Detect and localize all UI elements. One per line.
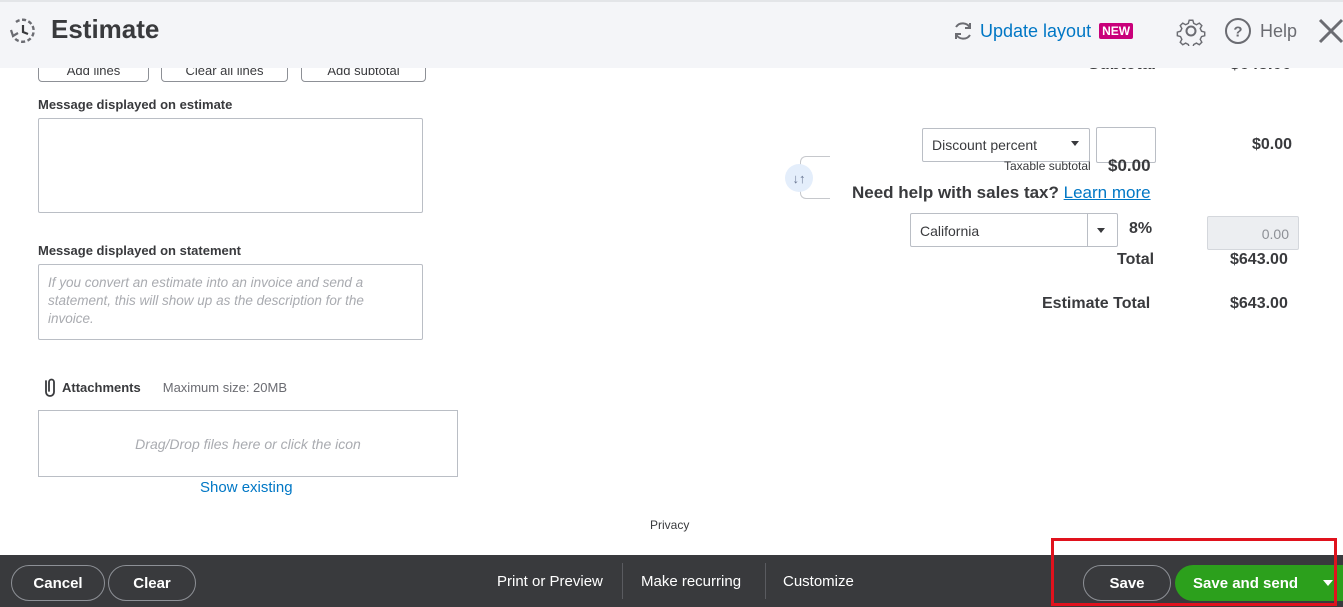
refresh-icon <box>955 22 971 40</box>
footer-divider <box>765 563 766 599</box>
make-recurring-link[interactable]: Make recurring <box>641 573 741 590</box>
statement-message-input[interactable]: If you convert an estimate into an invoi… <box>38 264 423 340</box>
help-icon: ? <box>1225 18 1251 44</box>
statement-message-placeholder: If you convert an estimate into an invoi… <box>48 275 364 326</box>
cancel-button[interactable]: Cancel <box>11 565 105 601</box>
attachments-header: Attachments Maximum size: 20MB <box>42 376 287 398</box>
help-label: Help <box>1260 20 1298 41</box>
select-divider <box>1087 214 1088 246</box>
customize-link[interactable]: Customize <box>783 573 854 590</box>
sales-tax-help-text: Need help with sales tax? <box>852 183 1059 202</box>
total-value: $643.00 <box>1230 251 1288 268</box>
gear-icon[interactable] <box>1176 16 1206 46</box>
estimate-history-icon <box>9 18 35 43</box>
estimate-total-value: $643.00 <box>1230 295 1288 312</box>
help-button[interactable]: ? Help <box>1224 17 1297 45</box>
estimate-message-label: Message displayed on estimate <box>38 97 233 112</box>
new-badge: NEW <box>1099 23 1134 39</box>
privacy-link[interactable]: Privacy <box>650 518 689 532</box>
show-existing-link[interactable]: Show existing <box>200 479 293 496</box>
update-layout-button[interactable]: Update layout NEW <box>952 20 1134 42</box>
print-preview-link[interactable]: Print or Preview <box>497 573 603 590</box>
tax-amount-input[interactable]: 0.00 <box>1207 216 1299 250</box>
paperclip-icon[interactable] <box>42 376 58 398</box>
learn-more-link[interactable]: Learn more <box>1064 183 1151 202</box>
swap-order-icon[interactable]: ↓↑ <box>785 164 813 192</box>
close-icon[interactable] <box>1316 16 1343 46</box>
attachments-max-size: Maximum size: 20MB <box>162 379 287 395</box>
discount-type-value: Discount percent <box>932 137 1038 153</box>
total-label: Total <box>1117 251 1155 268</box>
chevron-down-icon <box>1071 141 1079 146</box>
estimate-message-input[interactable] <box>38 118 423 213</box>
page-title: Estimate <box>51 14 160 44</box>
save-and-send-button[interactable]: Save and send <box>1175 565 1343 601</box>
attachments-label: Attachments <box>62 379 141 395</box>
save-and-send-label: Save and send <box>1193 574 1299 592</box>
attachment-dropzone[interactable]: Drag/Drop files here or click the icon <box>38 410 458 477</box>
tax-region-select[interactable]: California <box>910 213 1118 247</box>
clear-button[interactable]: Clear <box>108 565 196 601</box>
statement-message-label: Message displayed on statement <box>38 243 242 258</box>
discount-type-select[interactable]: Discount percent <box>922 128 1090 162</box>
taxable-subtotal-label: Taxable subtotal <box>1004 159 1091 173</box>
tax-region-value: California <box>920 223 980 239</box>
footer-divider <box>622 563 623 599</box>
save-options-dropdown-icon[interactable] <box>1323 580 1333 586</box>
svg-text:?: ? <box>1233 24 1242 41</box>
dropzone-text: Drag/Drop files here or click the icon <box>135 435 361 452</box>
save-button[interactable]: Save <box>1083 565 1171 601</box>
discount-amount: $0.00 <box>1252 136 1293 153</box>
sales-tax-help: Need help with sales tax? Learn more <box>852 183 1151 203</box>
tax-rate: 8% <box>1129 220 1153 237</box>
update-layout-label: Update layout <box>980 20 1092 41</box>
page-header: Estimate Update layout NEW ? Help <box>0 0 1343 68</box>
estimate-total-label: Estimate Total <box>1042 295 1151 312</box>
estimate-message-value <box>39 119 422 135</box>
footer-bar: Cancel Clear Print or Preview Make recur… <box>0 555 1343 607</box>
chevron-down-icon <box>1097 228 1105 233</box>
taxable-subtotal-value: $0.00 <box>1108 156 1151 172</box>
